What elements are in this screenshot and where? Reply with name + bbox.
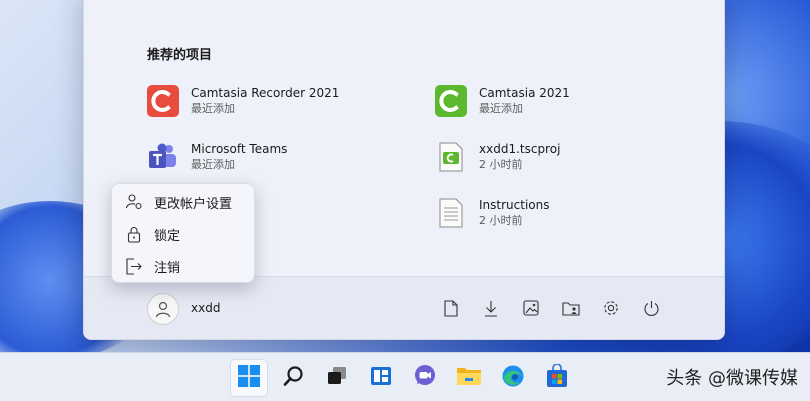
lock-icon xyxy=(124,224,144,244)
file-explorer-icon xyxy=(456,365,482,391)
recommended-item-subtitle: 最近添加 xyxy=(191,158,235,171)
personal-folder-icon[interactable] xyxy=(558,295,584,321)
recommended-item-subtitle: 2 小时前 xyxy=(479,214,523,227)
user-name[interactable]: xxdd xyxy=(191,301,220,315)
recommended-item-name: Instructions xyxy=(479,198,550,212)
recommended-section-title: 推荐的项目 xyxy=(147,48,213,63)
start-button[interactable] xyxy=(230,359,268,397)
recommended-item-camtasia[interactable]: Camtasia 2021 最近添加 xyxy=(435,81,695,121)
widgets-icon xyxy=(370,365,392,391)
menu-item-label: 注销 xyxy=(154,260,181,276)
account-menu: 更改帐户设置 锁定 注销 xyxy=(111,183,255,283)
watermark-text: 头条 @微课传媒 xyxy=(666,368,798,389)
recommended-item-instructions[interactable]: Instructions 2 小时前 xyxy=(435,193,695,233)
teams-chat-icon xyxy=(413,364,437,392)
power-icon[interactable] xyxy=(638,295,664,321)
task-view-icon xyxy=(326,365,348,391)
recommended-item-name: Camtasia 2021 xyxy=(479,86,570,100)
menu-item-sign-out[interactable]: 注销 xyxy=(112,251,254,281)
recommended-item-name: xxdd1.tscproj xyxy=(479,142,561,156)
recommended-item-camtasia-recorder[interactable]: Camtasia Recorder 2021 最近添加 xyxy=(147,81,407,121)
search-icon xyxy=(283,365,305,391)
camtasia-recorder-icon xyxy=(147,85,179,117)
settings-icon[interactable] xyxy=(598,295,624,321)
camtasia-icon xyxy=(435,85,467,117)
menu-item-lock[interactable]: 锁定 xyxy=(112,219,254,249)
recommended-item-teams[interactable]: Microsoft Teams 最近添加 xyxy=(147,137,407,177)
recommended-item-name: Microsoft Teams xyxy=(191,142,288,156)
document-file-icon xyxy=(435,197,467,229)
edge-button[interactable] xyxy=(494,359,532,397)
documents-icon[interactable] xyxy=(438,295,464,321)
tscproj-file-icon xyxy=(435,141,467,173)
recommended-item-subtitle: 最近添加 xyxy=(479,102,523,115)
start-icon xyxy=(238,365,260,391)
store-button[interactable] xyxy=(538,359,576,397)
menu-item-label: 更改帐户设置 xyxy=(154,196,233,212)
menu-item-account-settings[interactable]: 更改帐户设置 xyxy=(112,187,254,217)
file-explorer-button[interactable] xyxy=(450,359,488,397)
recommended-item-subtitle: 2 小时前 xyxy=(479,158,523,171)
downloads-icon[interactable] xyxy=(478,295,504,321)
store-icon xyxy=(546,363,568,392)
teams-icon xyxy=(147,141,179,173)
recommended-item-tscproj[interactable]: xxdd1.tscproj 2 小时前 xyxy=(435,137,695,177)
start-menu: 推荐的项目 Camtasia Recorder 2021 最近添加 Camtas… xyxy=(83,0,725,340)
taskbar: 头条 @微课传媒 xyxy=(0,352,810,401)
edge-icon xyxy=(501,364,525,392)
sign-out-icon xyxy=(124,256,144,276)
pictures-icon[interactable] xyxy=(518,295,544,321)
user-avatar-icon[interactable] xyxy=(147,293,179,325)
account-settings-icon xyxy=(124,192,144,212)
recommended-item-subtitle: 最近添加 xyxy=(191,102,235,115)
recommended-item-name: Camtasia Recorder 2021 xyxy=(191,86,340,100)
start-menu-footer: xxdd xyxy=(84,276,724,339)
task-view-button[interactable] xyxy=(318,359,356,397)
chat-button[interactable] xyxy=(406,359,444,397)
widgets-button[interactable] xyxy=(362,359,400,397)
menu-item-label: 锁定 xyxy=(154,228,181,244)
search-button[interactable] xyxy=(275,359,313,397)
